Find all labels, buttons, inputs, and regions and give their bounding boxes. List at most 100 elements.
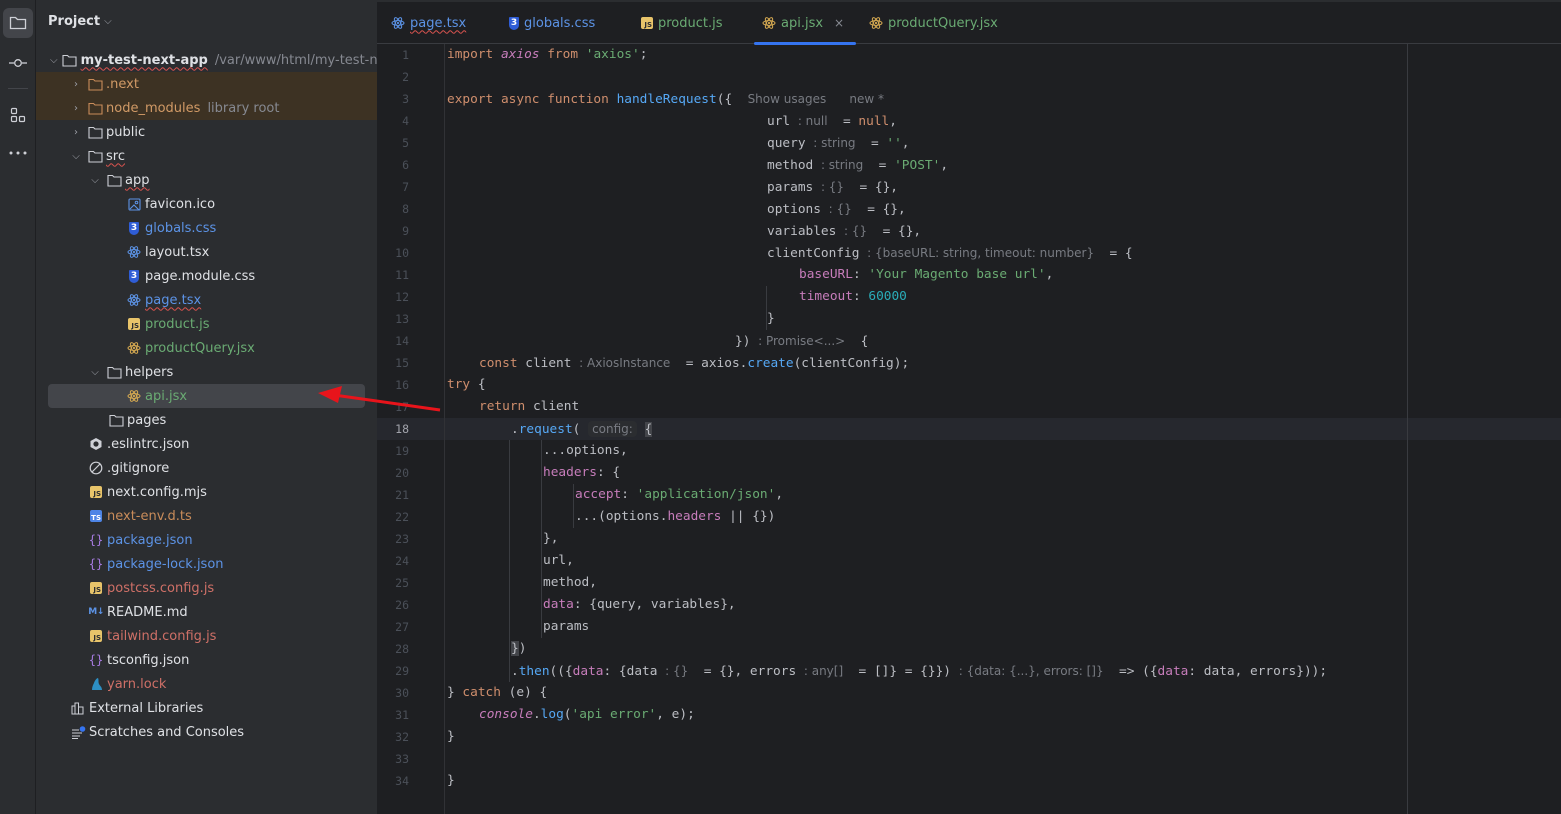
line-number: 25 (395, 576, 409, 590)
tree-item-postcss-config[interactable]: JS postcss.config.js (36, 576, 377, 600)
line-number: 28 (395, 642, 409, 656)
folder-icon (62, 52, 78, 68)
tree-item-package-json[interactable]: {} package.json (36, 528, 377, 552)
tree-item-node-modules[interactable]: › node_modules library root (36, 96, 377, 120)
css-icon: 3 (509, 16, 519, 30)
param-hint: config: (588, 421, 637, 437)
line-number: 17 (395, 400, 409, 414)
line-number: 23 (395, 532, 409, 546)
close-icon[interactable]: × (834, 16, 844, 30)
author-inlay[interactable]: new * (849, 92, 884, 106)
tree-item-src[interactable]: ⌵ src (36, 144, 377, 168)
tree-item-pages[interactable]: pages (36, 408, 377, 432)
line-number: 11 (395, 268, 409, 282)
structure-tool-button[interactable] (3, 100, 33, 130)
tree-item-yarn-lock[interactable]: yarn.lock (36, 672, 377, 696)
tree-item-package-lock[interactable]: {} package-lock.json (36, 552, 377, 576)
code-line-8: options : {} = {}, (767, 202, 906, 217)
project-tool-button[interactable] (3, 8, 33, 38)
tab-api-jsx[interactable]: api.jsx × (754, 2, 856, 45)
chevron-right-icon[interactable]: › (69, 103, 83, 114)
chevron-down-icon[interactable]: ⌵ (69, 151, 83, 162)
line-number: 21 (395, 488, 409, 502)
chevron-down-icon[interactable]: ⌵ (50, 55, 58, 66)
tree-item-label: page.tsx (145, 292, 202, 308)
tree-item-app[interactable]: ⌵ app (36, 168, 377, 192)
tree-item-next[interactable]: › .next (36, 72, 377, 96)
tree-item-label: node_modules (106, 100, 201, 116)
tab-product-js[interactable]: JS product.js (635, 2, 729, 44)
tree-item-next-config[interactable]: JS next.config.mjs (36, 480, 377, 504)
more-tools-button[interactable] (3, 138, 33, 168)
commit-icon (9, 59, 27, 67)
tab-label: api.jsx (781, 15, 824, 31)
css-icon: 3 (129, 221, 139, 235)
code-line-27: params (543, 619, 590, 634)
chevron-down-icon[interactable]: ⌵ (88, 175, 102, 186)
tree-item-tsconfig[interactable]: {} tsconfig.json (36, 648, 377, 672)
tree-item-scratches[interactable]: Scratches and Consoles (36, 720, 377, 744)
tree-item-page-module-css[interactable]: 3 page.module.css (36, 264, 377, 288)
tab-productquery-jsx[interactable]: productQuery.jsx (863, 2, 1004, 44)
tree-item-public[interactable]: › public (36, 120, 377, 144)
tree-item-label: README.md (107, 604, 188, 620)
chevron-right-icon[interactable]: › (69, 127, 83, 138)
tree-item-label: page.module.css (145, 268, 256, 284)
tree-item-label: yarn.lock (107, 676, 167, 692)
tree-item-tailwind-config[interactable]: JS tailwind.config.js (36, 624, 377, 648)
tree-item-label: api.jsx (145, 388, 188, 404)
chevron-down-icon: ⌵ (104, 16, 112, 27)
more-icon (9, 151, 27, 155)
ts-icon: TS (88, 508, 104, 524)
tree-item-api-jsx[interactable]: api.jsx (48, 384, 365, 408)
tree-item-product-js[interactable]: JS product.js (36, 312, 377, 336)
tree-item-label: package-lock.json (107, 556, 224, 572)
image-icon (126, 196, 142, 212)
line-number: 13 (395, 312, 409, 326)
project-view-selector[interactable]: Project ⌵ (48, 14, 112, 29)
scratches-icon (70, 724, 86, 740)
line-number: 3 (402, 92, 409, 106)
tree-item-readme[interactable]: M↓ README.md (36, 600, 377, 624)
tree-item-favicon[interactable]: favicon.ico (36, 192, 377, 216)
line-number: 16 (395, 378, 409, 392)
chevron-down-icon[interactable]: ⌵ (88, 367, 102, 378)
tree-item-layout-tsx[interactable]: layout.tsx (36, 240, 377, 264)
code-line-28: }) (511, 641, 527, 656)
code-line-1: import axios from 'axios'; (447, 47, 648, 62)
tree-item-page-tsx[interactable]: page.tsx (36, 288, 377, 312)
json-icon: {} (88, 557, 104, 571)
line-number: 6 (402, 158, 409, 172)
tree-item-label: .eslintrc.json (107, 436, 190, 452)
tree-item-gitignore[interactable]: .gitignore (36, 456, 377, 480)
indent-guide (541, 440, 542, 638)
tree-item-next-env[interactable]: TS next-env.d.ts (36, 504, 377, 528)
tree-item-external-libraries[interactable]: External Libraries (36, 696, 377, 720)
code-line-26: data: {query, variables}, (543, 597, 736, 612)
show-usages-link[interactable]: Show usages (748, 92, 827, 106)
code-line-14: }) : Promise<...> { (735, 334, 869, 349)
line-number: 2 (402, 70, 409, 84)
code-line-16: try { (447, 377, 486, 392)
line-number: 18 (395, 422, 409, 436)
line-number: 22 (395, 510, 409, 524)
tree-root[interactable]: ⌵ my-test-next-app /var/www/html/my-test… (36, 48, 377, 72)
tree-item-productquery-jsx[interactable]: productQuery.jsx (36, 336, 377, 360)
tab-page-tsx[interactable]: page.tsx (385, 2, 472, 44)
tab-globals-css[interactable]: 3 globals.css (503, 2, 601, 44)
line-number: 33 (395, 752, 409, 766)
code-line-22: ...(options.headers || {}) (575, 509, 776, 524)
library-root-hint: library root (207, 100, 280, 116)
tree-item-label: helpers (125, 364, 174, 380)
folder-icon (87, 148, 103, 164)
tree-item-globals-css[interactable]: 3 globals.css (36, 216, 377, 240)
code-line-20: headers: { (543, 465, 621, 480)
folder-icon (106, 172, 122, 188)
js-icon: JS (641, 17, 653, 29)
tree-item-eslintrc[interactable]: .eslintrc.json (36, 432, 377, 456)
chevron-right-icon[interactable]: › (69, 79, 83, 90)
folder-icon (9, 16, 27, 30)
commit-tool-button[interactable] (3, 48, 33, 78)
tree-item-helpers[interactable]: ⌵ helpers (36, 360, 377, 384)
json-icon: {} (88, 533, 104, 547)
